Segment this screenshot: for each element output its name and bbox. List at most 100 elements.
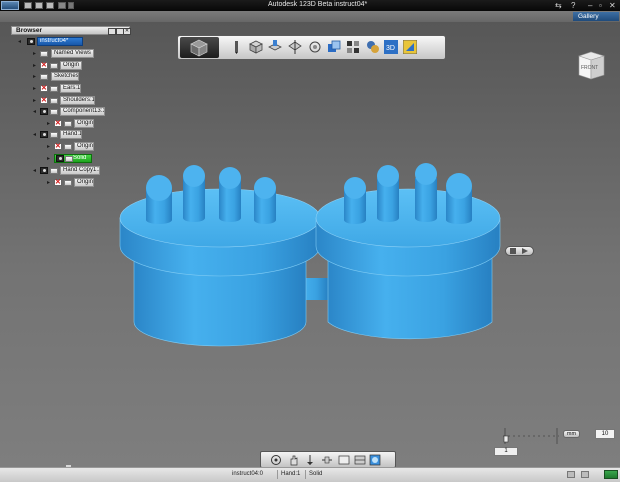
browser-item-origin[interactable]: Origin [74, 119, 94, 128]
new-file-icon[interactable] [24, 2, 32, 9]
application-menu-button[interactable] [1, 1, 19, 10]
units-button[interactable]: mm [563, 430, 580, 438]
exchange-icon[interactable]: ⇆ [555, 1, 562, 10]
browser-item-component13[interactable]: Component13:1 [60, 107, 105, 116]
gallery-button[interactable]: Gallery [573, 12, 619, 21]
visibility-eye-icon[interactable] [40, 167, 48, 174]
grid-toggle-icon[interactable] [567, 471, 575, 478]
browser-item-named-views[interactable]: Named Views [51, 49, 94, 58]
hidden-icon[interactable] [54, 142, 62, 150]
snap-value-field[interactable]: 1 [494, 447, 518, 456]
browser-title: Browser [16, 27, 43, 34]
folder-icon [64, 180, 72, 186]
measure-icon[interactable] [403, 40, 417, 54]
status-divider [305, 470, 306, 479]
browser-item-ears[interactable]: Ears:1 [60, 84, 81, 93]
collapse-icon[interactable]: ◂ [33, 132, 36, 139]
hidden-icon[interactable] [40, 84, 48, 92]
hand-model[interactable] [110, 160, 510, 360]
view-icon[interactable] [338, 454, 350, 466]
hidden-icon[interactable] [54, 119, 62, 127]
primitives-button[interactable] [180, 37, 219, 58]
expand-icon[interactable]: ▸ [33, 51, 36, 58]
expand-icon[interactable]: ▸ [47, 180, 50, 187]
gallery-bar: Gallery [0, 11, 620, 22]
box-icon[interactable] [249, 40, 263, 54]
expand-icon[interactable]: ▸ [33, 98, 36, 105]
save-icon[interactable] [46, 2, 54, 9]
fit-icon[interactable] [321, 454, 333, 466]
browser-root[interactable]: instruct04* [37, 37, 83, 46]
expand-icon[interactable]: ▸ [33, 74, 36, 81]
browser-item-hand-copy1[interactable]: Hand Copy1:1 [60, 166, 100, 175]
collapse-icon[interactable]: ◂ [18, 39, 21, 46]
material-icon[interactable] [366, 40, 380, 54]
zoom-icon[interactable] [304, 454, 316, 466]
view-toggle-icon [510, 248, 528, 254]
3d-icon[interactable]: 3D [384, 40, 398, 54]
pencil-icon[interactable] [229, 40, 243, 54]
expand-icon[interactable]: ▸ [47, 121, 50, 128]
collapse-icon[interactable]: ◂ [33, 168, 36, 175]
restore-button[interactable]: ▫ [599, 1, 602, 10]
expand-icon[interactable]: ▸ [33, 63, 36, 70]
left-finger-2 [183, 165, 205, 222]
undo-dropdown-icon[interactable] [68, 2, 74, 9]
open-file-icon[interactable] [35, 2, 43, 9]
snap-toggle-icon[interactable] [581, 471, 589, 478]
visibility-eye-icon[interactable] [40, 108, 48, 115]
expand-icon[interactable]: ▸ [47, 144, 50, 151]
group-icon[interactable] [327, 40, 341, 54]
left-finger-3 [219, 167, 241, 222]
right-finger-4 [446, 173, 472, 224]
component-icon [50, 98, 58, 104]
solid-body-icon [65, 156, 73, 162]
status-document: instruct04:0 [232, 471, 264, 477]
left-hand-body [119, 165, 321, 347]
viewcube[interactable]: FRONT [576, 50, 606, 80]
status-indicator-icon[interactable] [604, 470, 618, 479]
extrude-icon[interactable] [268, 40, 282, 54]
grid-value-field[interactable]: 10 [595, 429, 615, 439]
title-bar: Autodesk 123D Beta instruct04* ⇆ ? – ▫ ✕ [0, 0, 620, 11]
visibility-eye-icon[interactable] [27, 38, 35, 45]
browser-close-icon[interactable]: ✕ [123, 28, 131, 35]
minimize-button[interactable]: – [588, 1, 592, 10]
left-finger-1 [146, 175, 172, 224]
visibility-eye-icon[interactable] [56, 155, 64, 162]
visibility-eye-icon[interactable] [40, 131, 48, 138]
help-icon[interactable]: ? [571, 1, 575, 10]
browser-item-origin[interactable]: Origin [74, 178, 94, 187]
collapse-icon[interactable]: ◂ [33, 109, 36, 116]
hidden-icon[interactable] [40, 61, 48, 69]
orbit-icon[interactable] [270, 454, 282, 466]
window-title: Autodesk 123D Beta instruct04* [268, 1, 368, 8]
right-finger-1 [344, 177, 366, 224]
expand-icon[interactable]: ▸ [33, 86, 36, 93]
browser-pin-icon[interactable] [108, 28, 116, 35]
hidden-icon[interactable] [54, 178, 62, 186]
display-icon[interactable] [354, 454, 366, 466]
close-button[interactable]: ✕ [609, 1, 616, 10]
folder-icon [40, 74, 48, 80]
expand-icon[interactable]: ▸ [47, 156, 50, 163]
browser-item-hand[interactable]: Hand:1 [60, 130, 82, 139]
folder-icon [40, 51, 48, 57]
component-icon [50, 109, 58, 115]
browser-item-sketches[interactable]: Sketches [51, 72, 79, 81]
viewcube-face-label: FRONT [581, 65, 598, 71]
pan-icon[interactable] [288, 454, 300, 466]
browser-item-origin[interactable]: Origin [60, 61, 82, 70]
undo-icon[interactable] [58, 2, 66, 9]
browser-item-shoulders[interactable]: Shoulders:1 [60, 96, 95, 105]
hidden-icon[interactable] [40, 96, 48, 104]
visual-style-icon[interactable] [369, 454, 381, 466]
component-icon [50, 132, 58, 138]
modify-icon[interactable] [288, 40, 302, 54]
pattern-icon[interactable] [308, 40, 322, 54]
status-divider [277, 470, 278, 479]
browser-item-origin[interactable]: Origin [74, 142, 94, 151]
view-toggle-control[interactable] [505, 246, 534, 256]
grid-icon[interactable] [346, 40, 360, 54]
right-finger-2 [377, 165, 399, 222]
